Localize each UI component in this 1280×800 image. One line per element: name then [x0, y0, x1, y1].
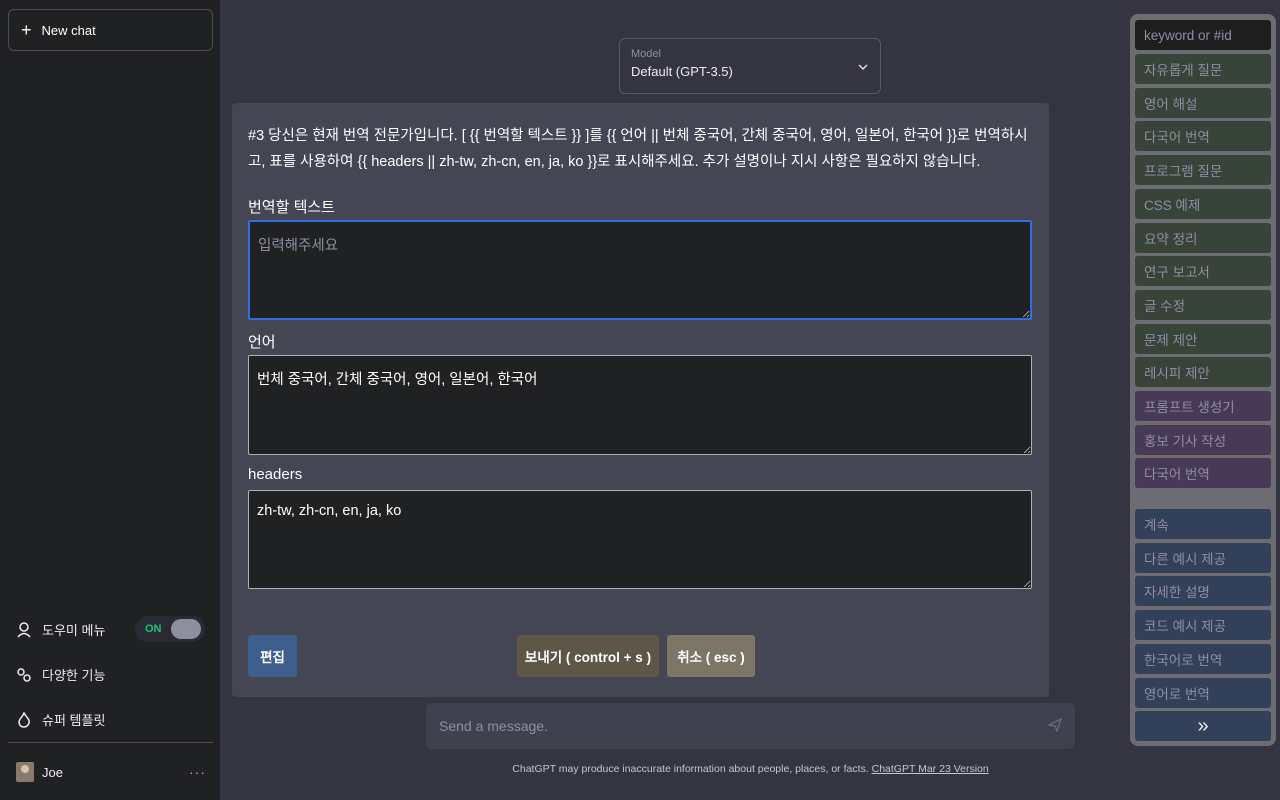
features-icon — [16, 667, 32, 683]
prompt-item[interactable]: 문제 제안 — [1135, 323, 1271, 354]
footer-disclaimer: ChatGPT may produce inaccurate informati… — [426, 763, 1075, 775]
prompt-item[interactable]: 다국어 번역 — [1135, 121, 1271, 152]
plus-icon: + — [21, 20, 32, 40]
toggle-knob — [171, 619, 201, 639]
prompt-item[interactable]: 요약 정리 — [1135, 222, 1271, 253]
template-modal: #3 당신은 현재 번역 전문가입니다. [ {{ 번역할 텍스트 }} ]를 … — [232, 103, 1049, 697]
prompt-item[interactable]: 다국어 번역 — [1135, 458, 1271, 489]
helper-menu-toggle[interactable]: ON — [135, 616, 205, 642]
user-menu[interactable]: Joe ··· — [16, 760, 206, 784]
prompt-item[interactable]: 한국어로 번역 — [1135, 643, 1271, 674]
message-placeholder: Send a message. — [439, 718, 548, 734]
sidebar-item-helper-menu[interactable]: 도우미 메뉴 — [16, 620, 105, 639]
footer-text: ChatGPT may produce inaccurate informati… — [512, 763, 872, 775]
prompt-item[interactable]: 다른 예시 제공 — [1135, 542, 1271, 573]
prompt-item[interactable]: 프롬프트 생성기 — [1135, 391, 1271, 421]
new-chat-button[interactable]: + New chat — [8, 9, 213, 51]
prompt-item[interactable]: 영어로 번역 — [1135, 677, 1271, 708]
prompt-item[interactable]: CSS 예제 — [1135, 188, 1271, 219]
prompt-item[interactable]: 연구 보고서 — [1135, 256, 1271, 287]
more-options-icon[interactable]: ··· — [189, 764, 206, 780]
prompt-item[interactable]: 프로그램 질문 — [1135, 155, 1271, 186]
expand-panel-button[interactable]: » — [1135, 711, 1271, 741]
sidebar: + New chat 도우미 메뉴 ON 다양한 기능 슈퍼 템플릿 Joe ·… — [0, 0, 220, 800]
send-button[interactable]: 보내기 ( control + s ) — [517, 635, 659, 677]
prompt-item[interactable]: 코드 예시 제공 — [1135, 610, 1271, 641]
fire-icon — [16, 711, 32, 728]
sidebar-item-label: 다양한 기능 — [42, 668, 106, 683]
sidebar-item-label: 도우미 메뉴 — [42, 623, 106, 638]
prompt-item[interactable]: 영어 해설 — [1135, 87, 1271, 118]
send-icon[interactable] — [1046, 717, 1063, 735]
version-link[interactable]: ChatGPT Mar 23 Version — [872, 763, 989, 775]
prompt-panel: keyword or #id 자유롭게 질문 영어 해설 다국어 번역 프로그램 질문… — [1130, 14, 1276, 746]
prompt-search-input[interactable]: keyword or #id — [1135, 20, 1271, 50]
prompt-item[interactable]: 글 수정 — [1135, 289, 1271, 320]
message-input[interactable]: Send a message. — [426, 703, 1075, 749]
prompt-item[interactable]: 자세한 설명 — [1135, 576, 1271, 607]
field-label-language: 언어 — [248, 334, 276, 351]
sidebar-item-super-template[interactable]: 슈퍼 템플릿 — [16, 710, 105, 729]
field-label-headers: headers — [248, 466, 303, 483]
model-selector[interactable]: Model Default (GPT-3.5) — [619, 38, 881, 94]
prompt-item[interactable]: 자유롭게 질문 — [1135, 54, 1271, 84]
user-name: Joe — [42, 764, 63, 780]
helper-icon — [16, 621, 32, 638]
cancel-button[interactable]: 취소 ( esc ) — [667, 635, 755, 677]
prompt-item[interactable]: 홍보 기사 작성 — [1135, 424, 1271, 455]
sidebar-divider — [8, 742, 213, 743]
prompt-item[interactable]: 레시피 제안 — [1135, 357, 1271, 388]
chevron-down-icon — [858, 59, 868, 73]
text-to-translate-input[interactable] — [248, 220, 1032, 320]
language-input[interactable] — [248, 355, 1032, 455]
model-label: Model — [631, 48, 661, 60]
avatar — [16, 762, 34, 782]
headers-input[interactable] — [248, 490, 1032, 589]
toggle-state-label: ON — [145, 623, 162, 635]
new-chat-label: New chat — [41, 22, 96, 38]
edit-button[interactable]: 편집 — [248, 635, 297, 677]
sidebar-item-label: 슈퍼 템플릿 — [42, 713, 106, 728]
template-description: #3 당신은 현재 번역 전문가입니다. [ {{ 번역할 텍스트 }} ]를 … — [248, 128, 1028, 170]
field-label-text: 번역할 텍스트 — [248, 199, 335, 216]
sidebar-item-features[interactable]: 다양한 기능 — [16, 665, 105, 684]
model-value: Default (GPT-3.5) — [631, 64, 733, 79]
prompt-item[interactable]: 계속 — [1135, 509, 1271, 539]
